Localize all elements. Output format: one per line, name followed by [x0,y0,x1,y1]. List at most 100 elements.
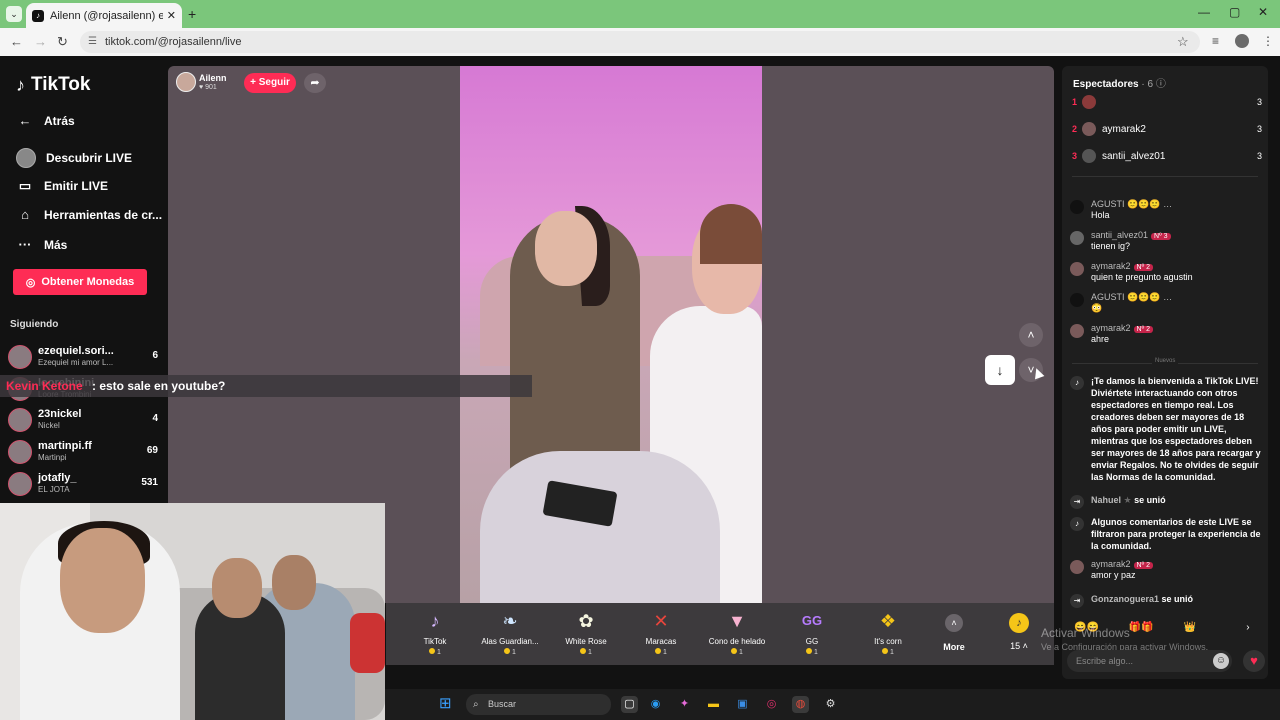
taskbar-search[interactable]: ⌕ Buscar [466,694,611,715]
home-icon: ⌂ [21,207,29,222]
tab-close-icon[interactable]: ✕ [167,9,176,22]
download-arrow-icon[interactable]: ↓ [985,355,1015,385]
next-reactions-icon[interactable]: › [1246,622,1249,633]
rank-badge: Nº 3 [1151,233,1171,240]
browser-tab-bar: ⌄ ♪ Ailenn (@rojasailenn) está ... ✕ + —… [0,0,1280,28]
live-stream-video[interactable] [460,66,762,603]
windows-start-icon[interactable]: ⊞ [439,695,457,713]
chevron-up-icon: ˄ [945,614,963,632]
gift-item[interactable]: ❖ It's corn 1 [853,609,923,656]
gift-item[interactable]: ❧ Alas Guardian... 1 [475,609,545,656]
viewer-row[interactable]: 3 santii_alvez01 3 [1072,147,1262,167]
welcome-text: ¡Te damos la bienvenida a TikTok LIVE! D… [1091,376,1261,482]
chat-input[interactable]: Escribe algo... [1067,650,1232,672]
gift-price: 1 [475,648,545,656]
reload-icon[interactable]: ↻ [57,34,68,50]
coin-balance[interactable]: ♪ 15 ˄ [1004,613,1034,651]
nav-label: Emitir LIVE [44,179,109,193]
gift-reaction-icon[interactable]: 🎁🎁 [1129,622,1154,633]
coin-icon [882,648,889,654]
pajama-pants [480,451,720,603]
viewer-rank: 2 [1072,124,1078,134]
badge-icon: ★ [1123,495,1132,505]
join-icon: ⇥ [1070,495,1084,509]
maracas-gift-icon: ✕ [653,611,669,631]
extensions-icon[interactable]: ≡ [1212,34,1219,48]
join-text: Gonzanoguera1 se unió [1091,593,1263,605]
share-icon[interactable]: ➦ [304,73,326,93]
close-window-icon[interactable]: ✕ [1258,5,1268,19]
edge-icon[interactable]: ◉ [647,696,664,713]
instagram-icon[interactable]: ◎ [763,696,780,713]
gift-price-value: 1 [437,649,441,656]
back-arrow-icon[interactable]: ← [10,34,23,49]
site-info-icon[interactable]: ☰ [88,31,97,53]
browser-menu-icon[interactable]: ⋮ [1262,34,1274,48]
previous-live-button[interactable]: ˄ [1019,323,1043,347]
nav-more[interactable]: ··· Más [16,237,68,252]
following-name: jotafly_ [38,472,77,484]
minimize-icon[interactable]: — [1198,5,1210,19]
browser-tab[interactable]: ♪ Ailenn (@rojasailenn) está ... ✕ [26,3,182,28]
chat-user-name: aymarak2 [1091,323,1131,333]
host-avatar[interactable] [176,72,196,92]
host-likes: ♥ 901 [199,84,217,91]
back-link[interactable]: ← Atrás [16,113,75,128]
gift-price-value: 1 [588,649,592,656]
following-item[interactable]: 23nickel Nickel 4 [8,405,158,435]
gift-item[interactable]: ▼ Cono de helado 1 [702,609,772,656]
more-gifts-button[interactable]: ˄ More [939,614,969,652]
emoji-picker-icon[interactable]: ☺ [1213,653,1229,669]
gift-item[interactable]: ✕ Maracas 1 [626,609,696,656]
chat-user: aymarak2 Nº 2 [1091,261,1153,271]
crown-reaction-icon[interactable]: 👑 [1184,622,1196,633]
avatar [1070,560,1084,574]
follow-button[interactable]: + Seguir [244,73,296,93]
back-arrow-icon: ← [18,113,32,128]
coin-icon [429,648,436,654]
nav-go-live[interactable]: ▭ Emitir LIVE [16,178,108,194]
following-item[interactable]: jotafly_ EL JOTA 531 [8,469,158,499]
chrome-icon[interactable]: ◍ [792,696,809,713]
following-item[interactable]: martinpi.ff Martinpi 69 [8,437,158,467]
viewer-name: aymarak2 [1102,124,1146,135]
webcam-bag [350,613,385,673]
avatar [1070,324,1084,338]
gift-name: GG [805,637,819,646]
new-tab-button[interactable]: + [188,6,196,22]
file-explorer-icon[interactable]: ▬ [705,696,722,713]
get-coins-button[interactable]: ◎ Obtener Monedas [13,269,147,295]
avatar [1082,95,1096,109]
tab-search-icon[interactable]: ⌄ [6,6,22,22]
info-icon[interactable]: ⓘ [1156,79,1166,90]
url-field[interactable]: ☰ tiktok.com/@rojasailenn/live [80,31,1200,53]
bookmark-star-icon[interactable]: ☆ [1177,34,1189,50]
join-text: Nahuel ★ se unió [1091,494,1263,506]
chat-user-name: aymarak2 [1091,559,1131,569]
nav-discover-live[interactable]: Descubrir LIVE [16,148,132,168]
avatar [1070,231,1084,245]
avatar [8,408,32,432]
gift-item[interactable]: ♪ TikTok 1 [400,609,470,656]
host-info[interactable]: Ailenn ♥ 901 [176,72,227,92]
copilot-icon[interactable]: ✦ [676,696,693,713]
chat-user: aymarak2 Nº 2 [1091,559,1153,569]
viewer-row[interactable]: 1 3 [1072,93,1262,113]
chat-user: aymarak2 Nº 2 [1091,323,1153,333]
following-item[interactable]: ezequiel.sori... Ezequiel mi amor L... 6 [8,342,158,372]
tab-title: Ailenn (@rojasailenn) está ... [50,9,163,22]
task-view-icon[interactable]: ▢ [621,696,638,713]
following-sub: Ezequiel mi amor L... [38,358,114,367]
store-icon[interactable]: ▣ [734,696,751,713]
profile-avatar-icon[interactable] [1235,34,1249,48]
gift-item[interactable]: GG GG 1 [777,609,847,656]
viewer-row[interactable]: 2 aymarak2 3 [1072,120,1262,140]
tiktok-logo[interactable]: ♪ TikTok [16,74,90,96]
app-icon[interactable]: ⚙ [822,696,839,713]
nav-creator-tools[interactable]: ⌂ Herramientas de cr... [16,207,162,222]
camera-icon: ▭ [18,178,32,193]
heart-icon[interactable]: ♥ [1243,650,1265,672]
maximize-icon[interactable]: ▢ [1229,5,1240,19]
gift-item[interactable]: ✿ White Rose 1 [551,609,621,656]
forward-arrow-icon[interactable]: → [34,34,47,49]
